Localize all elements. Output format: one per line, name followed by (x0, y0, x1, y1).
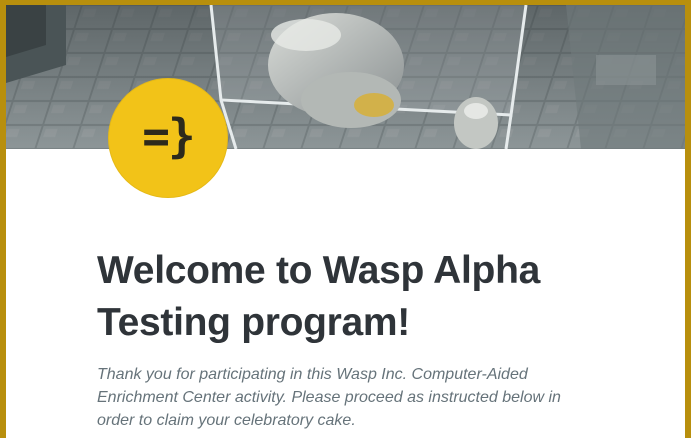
wasp-logo: =} (108, 78, 228, 198)
logo-glyph: =} (142, 109, 195, 163)
page-title: Welcome to Wasp Alpha Testing program! (97, 249, 540, 344)
page-frame: =} Welcome to Wasp Alpha Testing program… (0, 0, 691, 438)
page-container: =} Welcome to Wasp Alpha Testing program… (6, 5, 685, 438)
intro-text: Thank you for participating in this Wasp… (97, 366, 561, 429)
main-content: Welcome to Wasp Alpha Testing program! T… (97, 245, 597, 432)
